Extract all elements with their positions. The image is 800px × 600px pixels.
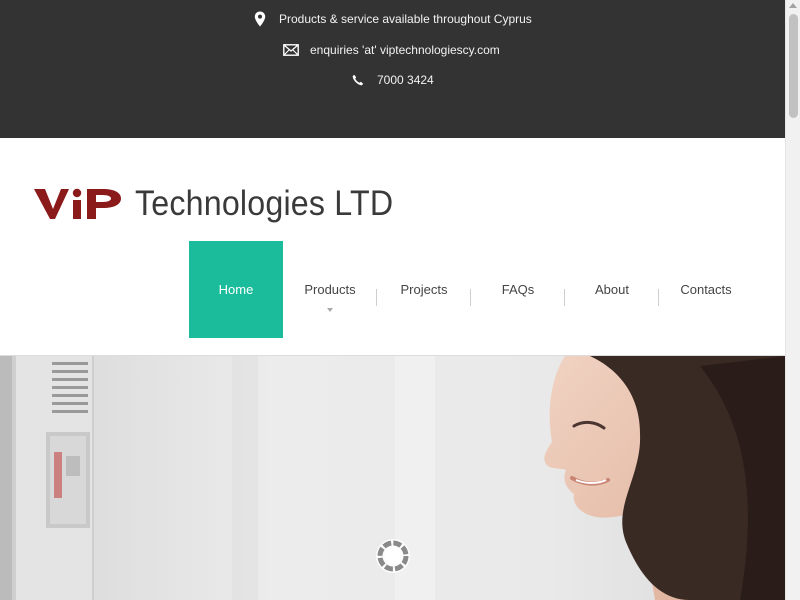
nav-item-products[interactable]: Products — [283, 241, 377, 338]
main-navigation: Home Products Projects FAQs About Contac… — [189, 241, 753, 338]
nav-item-faqs[interactable]: FAQs — [471, 241, 565, 338]
location-text: Products & service available throughout … — [279, 12, 532, 26]
map-marker-icon — [252, 11, 268, 27]
site-header: Technologies LTD Home Products Projects … — [0, 138, 785, 356]
nav-label-contacts: Contacts — [680, 282, 732, 297]
nav-item-about[interactable]: About — [565, 241, 659, 338]
nav-item-projects[interactable]: Projects — [377, 241, 471, 338]
scroll-up-arrow-icon[interactable] — [789, 3, 797, 8]
page-scrollbar[interactable] — [785, 0, 800, 600]
nav-item-home[interactable]: Home — [189, 241, 283, 338]
envelope-icon — [283, 42, 299, 58]
scrollbar-thumb[interactable] — [789, 14, 798, 118]
nav-label-products: Products — [304, 282, 356, 297]
vip-logo-mark — [34, 188, 121, 219]
contact-bar: Products & service available throughout … — [0, 0, 785, 138]
nav-item-contacts[interactable]: Contacts — [659, 241, 753, 338]
location-info: Products & service available throughout … — [252, 11, 532, 27]
phone-text[interactable]: 7000 3424 — [377, 73, 434, 87]
company-name: Technologies LTD — [135, 184, 394, 223]
dropdown-caret-icon — [327, 308, 333, 312]
nav-label-projects: Projects — [400, 282, 448, 297]
loading-spinner-icon — [376, 539, 410, 573]
site-logo[interactable]: Technologies LTD — [34, 186, 416, 221]
hero-slider[interactable] — [0, 356, 785, 600]
email-text[interactable]: enquiries 'at' viptechnologiescy.com — [310, 43, 500, 57]
phone-info[interactable]: 7000 3424 — [350, 72, 434, 88]
nav-label-about: About — [595, 282, 629, 297]
nav-label-home: Home — [218, 282, 254, 297]
email-info[interactable]: enquiries 'at' viptechnologiescy.com — [283, 42, 500, 58]
nav-label-faqs: FAQs — [501, 282, 535, 297]
phone-icon — [350, 72, 366, 88]
